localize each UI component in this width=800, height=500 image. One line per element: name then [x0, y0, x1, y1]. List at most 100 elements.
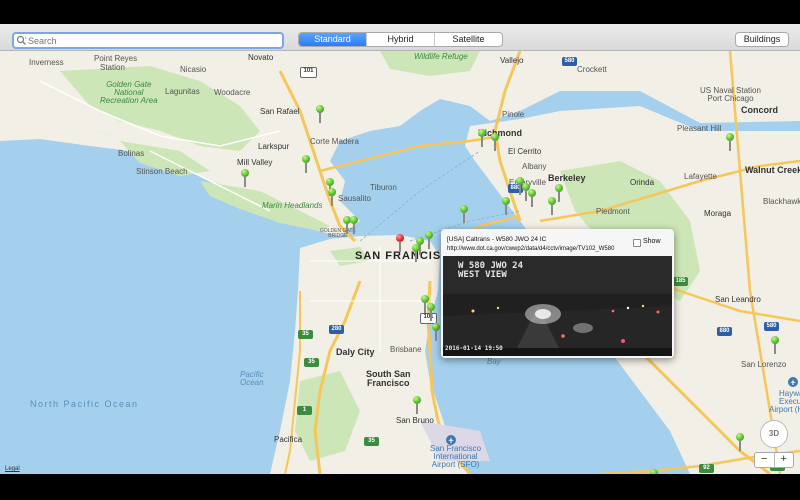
map-label: Lagunitas: [165, 87, 200, 96]
map-label: Stinson Beach: [136, 167, 188, 176]
camera-pin[interactable]: [548, 197, 556, 215]
map-label: Larkspur: [258, 142, 290, 151]
camera-pin[interactable]: [502, 197, 510, 215]
map-label: San Francisco International Airport (SFO…: [430, 444, 482, 469]
airport-icon: [446, 435, 456, 445]
map-label: Berkeley: [548, 173, 586, 183]
map-label: Crockett: [577, 65, 607, 74]
map-type-standard[interactable]: Standard: [299, 33, 366, 46]
camera-pin[interactable]: [413, 396, 421, 414]
camera-pin[interactable]: [478, 129, 486, 147]
map-label: Bay: [487, 357, 501, 366]
highway-shield: 101: [300, 67, 317, 78]
airport-icon: [788, 377, 798, 387]
map-label: Vallejo: [500, 56, 524, 65]
camera-pin[interactable]: [528, 189, 536, 207]
map-label: Brisbane: [390, 345, 422, 354]
map-label: Pinole: [502, 110, 525, 119]
map-type-segmented-control[interactable]: Standard Hybrid Satellite: [298, 32, 503, 47]
show-checkbox[interactable]: [633, 239, 641, 247]
camera-timestamp: 2016-01-14 19:50: [445, 345, 503, 352]
show-label: Show: [643, 238, 661, 245]
map-label: Point Reyes: [94, 54, 138, 63]
buildings-button[interactable]: Buildings: [735, 32, 789, 47]
highway-shield: 35: [364, 437, 379, 446]
camera-pin[interactable]: [432, 323, 440, 341]
search-input[interactable]: [28, 34, 276, 47]
map-type-hybrid[interactable]: Hybrid: [366, 33, 434, 46]
map-label: Marin Headlands: [262, 201, 323, 210]
map-label: Tiburon: [370, 183, 397, 192]
map-label: South San Francisco: [366, 369, 411, 388]
map-label: San Lorenzo: [741, 360, 787, 369]
highway-shield: 580: [562, 57, 577, 66]
map-label: San Bruno: [396, 416, 434, 425]
camera-pin[interactable]: [427, 303, 435, 321]
highway-shield: 185: [673, 277, 688, 286]
map-label: Lafayette: [684, 172, 717, 181]
camera-pin[interactable]: [736, 433, 744, 451]
selected-camera-pin[interactable]: [396, 234, 404, 252]
camera-overlay-view: WEST VIEW: [458, 270, 507, 280]
map-label: Orinda: [630, 178, 655, 187]
camera-popup: [USA] Caltrans - W580 JWO 24 IC http://w…: [441, 229, 674, 358]
map-label: Novato: [248, 53, 274, 62]
camera-pin[interactable]: [491, 133, 499, 151]
compass-3d-button[interactable]: 3D: [760, 420, 788, 448]
map-label: San Leandro: [715, 295, 761, 304]
camera-pin[interactable]: [302, 155, 310, 173]
zoom-in-button[interactable]: +: [775, 453, 794, 467]
map-label: Daly City: [336, 347, 375, 357]
camera-pin[interactable]: [425, 231, 433, 249]
map-label: Corte Madera: [310, 137, 359, 146]
search-field[interactable]: [12, 32, 284, 49]
highway-shield: 580: [764, 322, 779, 331]
map-label: Blackhawk: [763, 197, 800, 206]
camera-image: W 580 JWO 24 WEST VIEW 2016-01-14 19:50: [443, 256, 672, 356]
map-label: Golden Gate National Recreation Area: [100, 80, 158, 105]
zoom-out-button[interactable]: −: [755, 453, 775, 467]
map-label: Station: [100, 63, 125, 72]
map-label: US Naval Station Port Chicago: [700, 86, 761, 103]
map-type-satellite[interactable]: Satellite: [434, 33, 502, 46]
map-view[interactable]: Inverness Point Reyes Station Nicasio No…: [0, 51, 800, 474]
map-label: Concord: [741, 105, 778, 115]
window-title-bar: [0, 0, 800, 24]
map-label: Sausalito: [338, 194, 371, 203]
highway-shield: 35: [298, 330, 313, 339]
camera-pin[interactable]: [350, 216, 358, 234]
camera-pin[interactable]: [771, 336, 779, 354]
map-label: Albany: [522, 162, 547, 171]
camera-pin[interactable]: [460, 205, 468, 223]
camera-pin[interactable]: [555, 184, 563, 202]
map-label: Piedmont: [596, 207, 630, 216]
map-label: Moraga: [704, 209, 732, 218]
map-label: Woodacre: [214, 88, 251, 97]
highway-shield: 880: [717, 327, 732, 336]
highway-shield: 1: [297, 406, 312, 415]
camera-pin[interactable]: [328, 188, 336, 206]
zoom-control: − +: [754, 452, 794, 468]
window-bottom-bar: [0, 474, 800, 500]
map-label: North Pacific Ocean: [30, 399, 139, 409]
camera-pin[interactable]: [316, 105, 324, 123]
ferry-route-1: [359, 150, 481, 242]
map-canvas: [0, 51, 800, 474]
highway-shield: 35: [304, 358, 319, 367]
camera-pin[interactable]: [241, 169, 249, 187]
map-label: Bolinas: [118, 149, 145, 158]
highway-shield: 92: [699, 464, 714, 473]
camera-pin[interactable]: [412, 244, 420, 262]
map-label: Pacific Ocean: [240, 370, 264, 387]
map-label: Mill Valley: [237, 158, 273, 167]
map-label: El Cerrito: [508, 147, 542, 156]
camera-url[interactable]: http://www.dot.ca.gov/cwwp2/data/d4/cctv…: [447, 246, 614, 252]
search-icon: [16, 35, 27, 45]
map-label: Walnut Creek: [745, 165, 800, 175]
legal-link[interactable]: Legal: [5, 466, 20, 472]
highway-shield: 280: [329, 325, 344, 334]
camera-title: [USA] Caltrans - W580 JWO 24 IC: [447, 236, 547, 243]
map-label: Pacifica: [274, 435, 303, 444]
map-label: Inverness: [29, 58, 64, 67]
camera-pin[interactable]: [726, 133, 734, 151]
